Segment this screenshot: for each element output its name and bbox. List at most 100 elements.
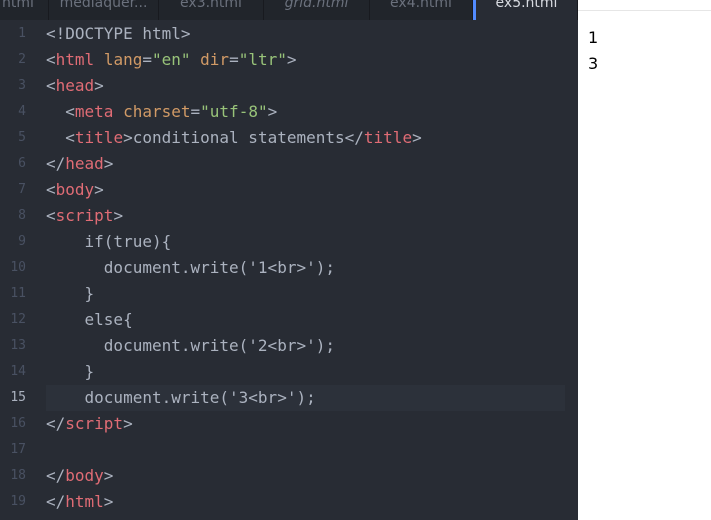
line-number: 2 (18, 52, 26, 67)
code-token: > (412, 128, 422, 147)
output-divider (578, 10, 711, 11)
code-token: html (55, 50, 95, 69)
code-text: <title>conditional statements</title> (46, 125, 422, 151)
code-line[interactable]: 5 <title>conditional statements</title> (0, 125, 578, 151)
code-token: </ (46, 466, 66, 485)
code-token: document.write('1<br>'); (46, 258, 335, 277)
code-token: > (103, 492, 114, 511)
code-line[interactable]: 2 <html lang="en" dir="ltr"> (0, 47, 578, 73)
tab-mediaqueries[interactable]: mediaquer... (49, 0, 159, 20)
code-line[interactable]: 19 </html> (0, 489, 578, 515)
line-number: 13 (10, 338, 26, 353)
code-line[interactable]: 10 document.write('1<br>'); (0, 255, 578, 281)
line-number: 6 (18, 156, 26, 171)
code-token: script (65, 414, 124, 433)
code-token: html (65, 492, 104, 511)
code-token: } (46, 362, 95, 381)
code-token: = (142, 50, 152, 69)
code-text: <meta charset="utf-8"> (46, 99, 277, 125)
tab-ex3[interactable]: ex3.html (159, 0, 264, 20)
code-editor[interactable]: html mediaquer... ex3.html grid.html ex4… (0, 0, 578, 520)
code-text: <html lang="en" dir="ltr"> (46, 47, 297, 73)
code-token: head (55, 76, 95, 95)
tab-label: ex4.html (390, 0, 452, 11)
code-line[interactable]: 6 </head> (0, 151, 578, 177)
code-token: "en" (151, 50, 191, 69)
code-token: <!DOCTYPE html> (46, 24, 191, 43)
code-token: title (363, 128, 413, 147)
code-line[interactable]: 1 <!DOCTYPE html> (0, 21, 578, 47)
code-token: lang (103, 50, 143, 69)
code-token: charset (123, 102, 191, 121)
code-text: <body> (46, 177, 104, 203)
line-number: 8 (18, 208, 26, 223)
code-line[interactable]: 15 document.write('3<br>'); (0, 385, 578, 411)
code-token: > (267, 102, 278, 121)
code-token: dir (200, 50, 230, 69)
code-token: else{ (46, 310, 133, 329)
code-line[interactable]: 11 } (0, 281, 578, 307)
code-token: "ltr" (238, 50, 287, 69)
code-text: <script> (46, 203, 123, 229)
tab-html[interactable]: html (0, 0, 49, 20)
code-line[interactable]: 14 } (0, 359, 578, 385)
code-token: = (229, 50, 239, 69)
line-number: 15 (10, 390, 26, 405)
line-number: 9 (18, 234, 26, 249)
code-text: <head> (46, 73, 104, 99)
line-number: 4 (18, 104, 26, 119)
code-token: document.write('2<br>'); (46, 336, 335, 355)
tab-grid[interactable]: grid.html (264, 0, 370, 20)
code-text: </body> (46, 463, 113, 489)
code-text: if(true){ (46, 229, 172, 255)
line-number: 3 (18, 78, 26, 93)
code-token: body (55, 180, 95, 199)
code-line[interactable]: 12 else{ (0, 307, 578, 333)
tab-label: ex5.html (495, 0, 558, 11)
line-number: 12 (10, 312, 26, 327)
code-line[interactable]: 9 if(true){ (0, 229, 578, 255)
code-text: </head> (46, 151, 113, 177)
tab-ex4[interactable]: ex4.html (370, 0, 473, 20)
tab-ex5-active[interactable]: ex5.html (473, 0, 578, 20)
code-token: document.write('3<br>'); (46, 388, 316, 407)
code-text: </script> (46, 411, 133, 437)
code-text: } (46, 281, 95, 307)
line-number: 1 (18, 26, 26, 41)
code-token: script (55, 206, 114, 225)
code-line[interactable]: 4 <meta charset="utf-8"> (0, 99, 578, 125)
code-area[interactable]: 1 <!DOCTYPE html> 2 <html lang="en" dir="lt… (0, 21, 578, 515)
code-token: "utf-8" (200, 102, 268, 121)
code-token: < (46, 76, 56, 95)
code-line[interactable]: 7 <body> (0, 177, 578, 203)
code-line[interactable]: 17 (0, 437, 578, 463)
code-line[interactable]: 16 </script> (0, 411, 578, 437)
code-line[interactable]: 13 document.write('2<br>'); (0, 333, 578, 359)
tab-label: mediaquer... (59, 0, 148, 11)
code-line[interactable]: 3 <head> (0, 73, 578, 99)
code-text: document.write('2<br>'); (46, 333, 335, 359)
code-token: </ (46, 492, 66, 511)
tab-label: ex3.html (180, 0, 242, 11)
output-line: 1 (588, 28, 599, 47)
tab-bar: html mediaquer... ex3.html grid.html ex4… (0, 0, 578, 20)
line-number: 11 (10, 286, 26, 301)
code-text: document.write('3<br>'); (46, 385, 316, 411)
code-token: < (46, 50, 56, 69)
code-text: document.write('1<br>'); (46, 255, 335, 281)
code-line[interactable]: 8 <script> (0, 203, 578, 229)
code-token: = (190, 102, 201, 121)
line-number: 16 (10, 416, 26, 431)
output-line: 3 (588, 54, 599, 73)
code-text: else{ (46, 307, 133, 333)
code-token: > (103, 466, 114, 485)
code-text: } (46, 359, 95, 385)
code-token: > (94, 76, 104, 95)
code-token: </ (46, 154, 66, 173)
code-token: > (94, 180, 104, 199)
code-token: > (286, 50, 297, 69)
code-line[interactable]: 18 </body> (0, 463, 578, 489)
